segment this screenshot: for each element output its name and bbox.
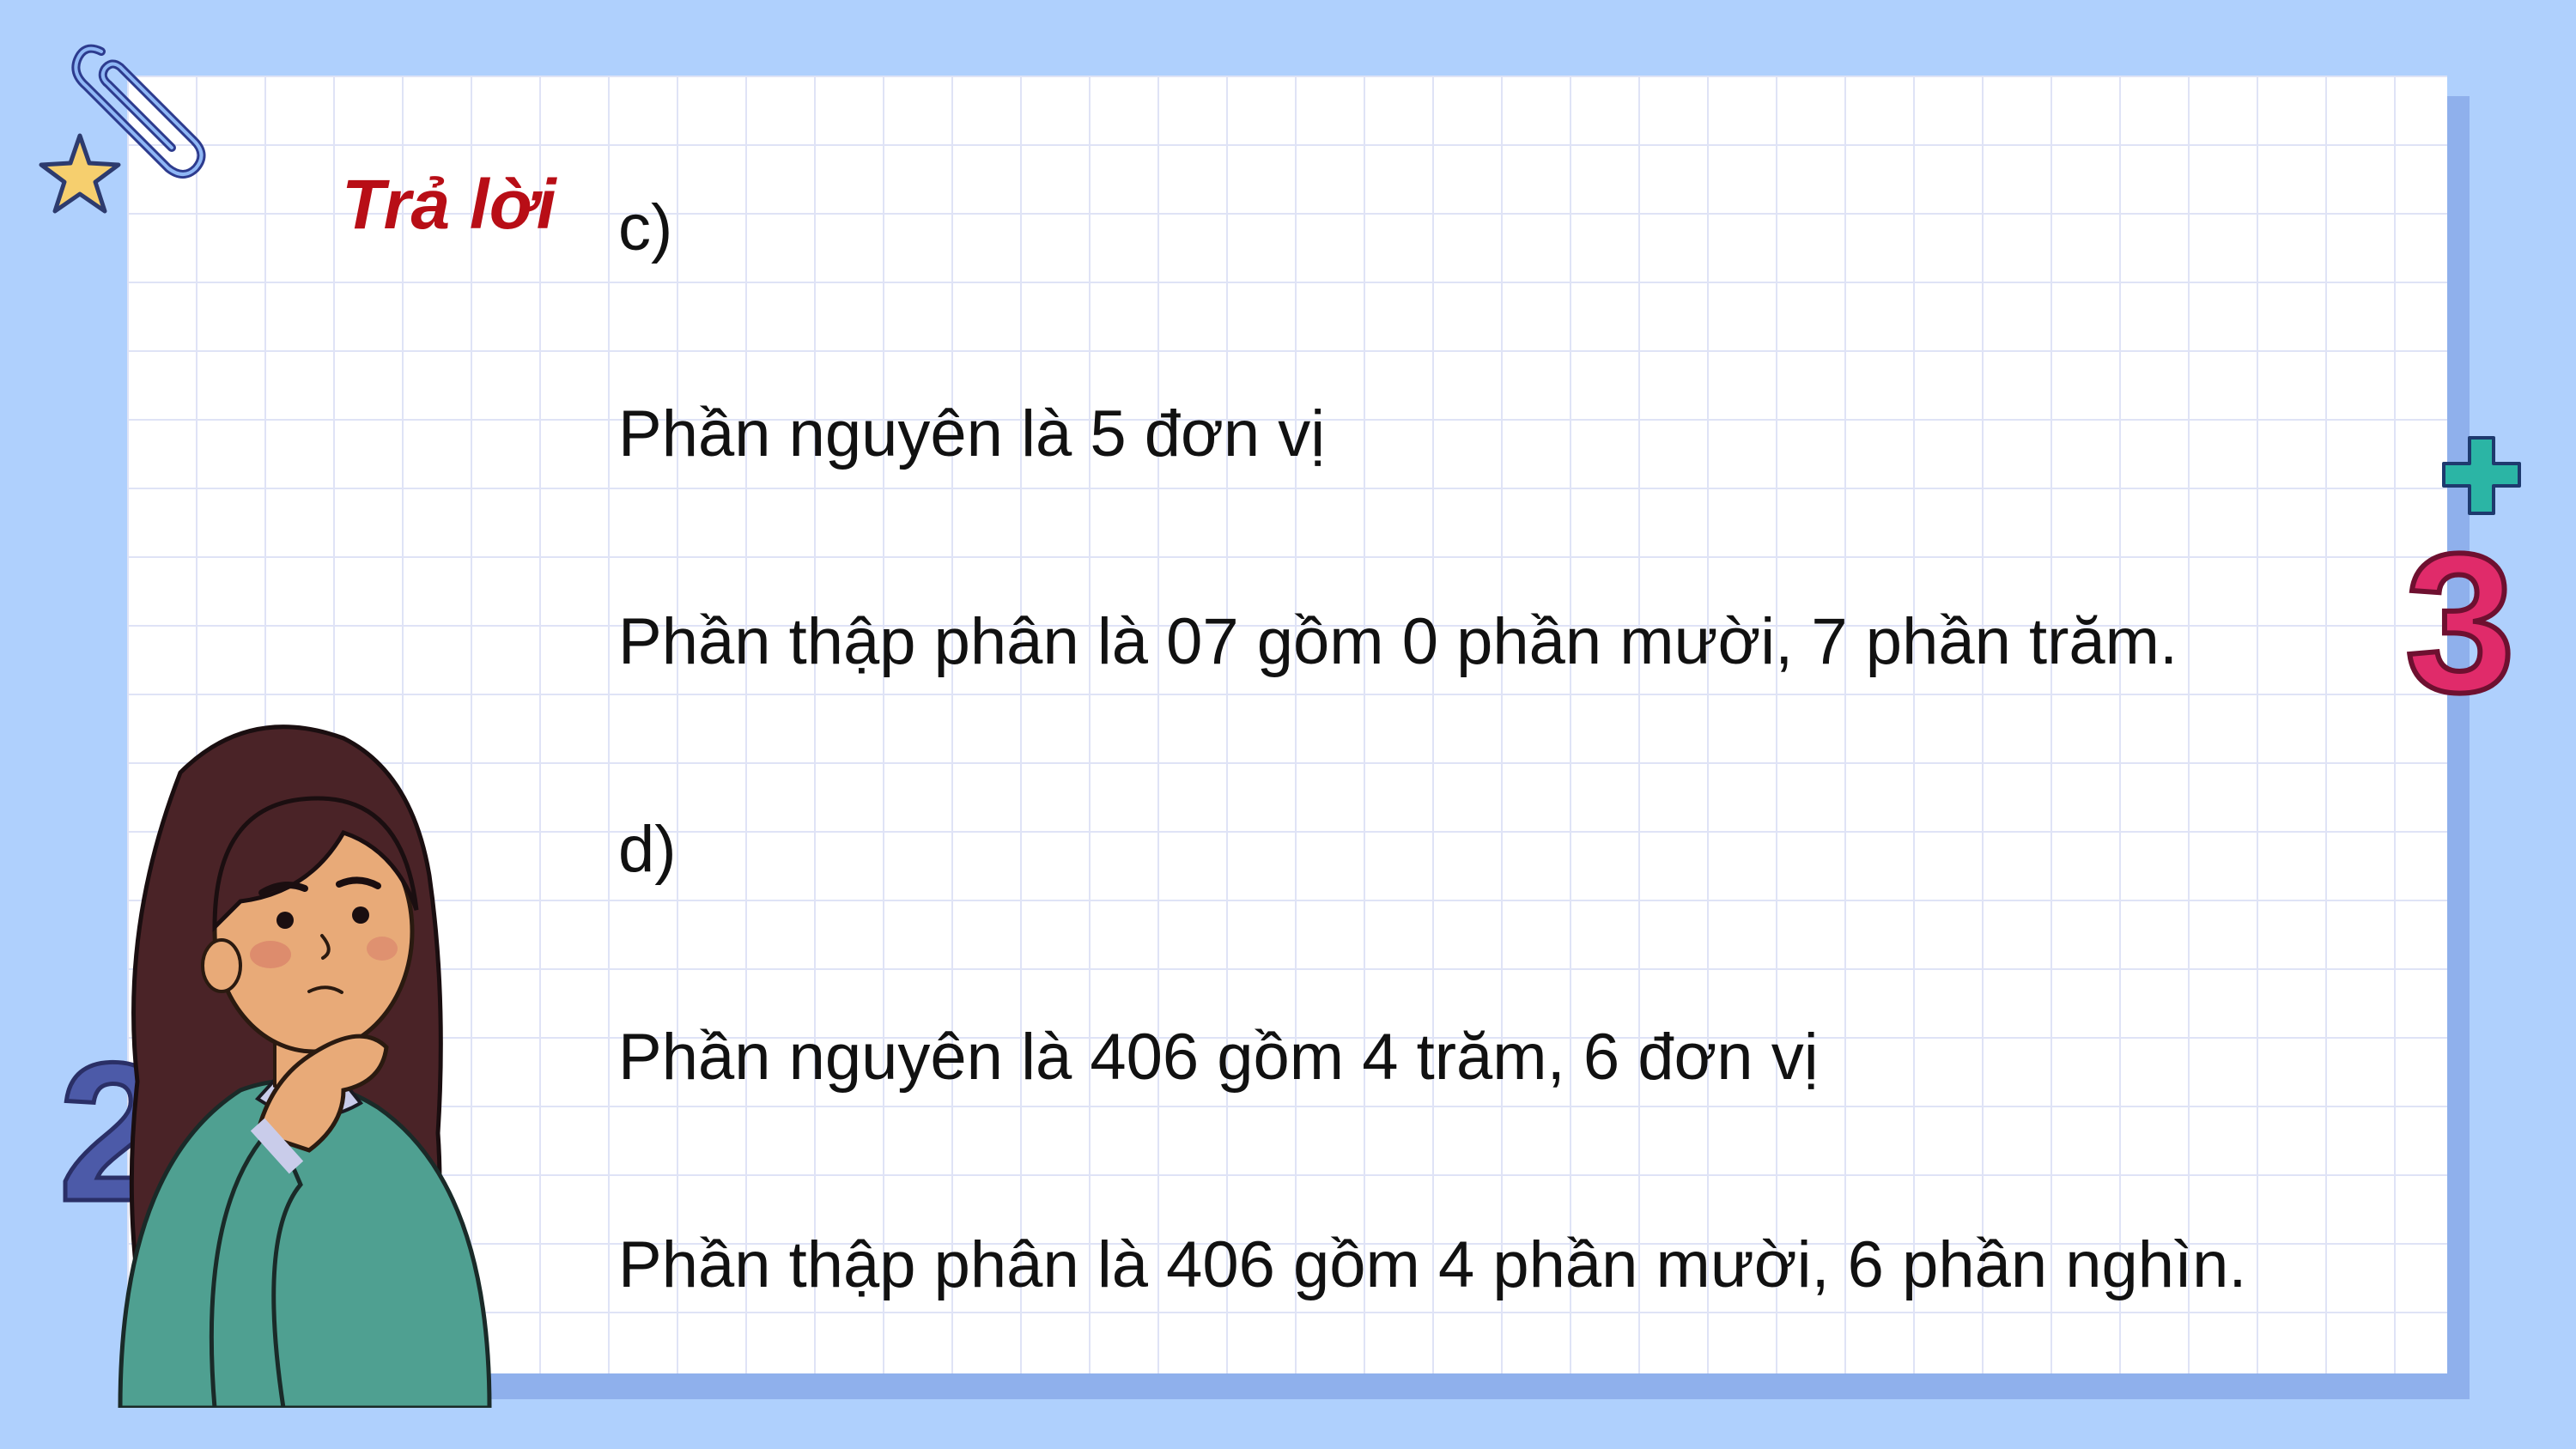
star-icon — [39, 133, 121, 214]
number-three-icon: 3 — [2403, 532, 2518, 712]
answer-line-d-heading: d) — [618, 813, 677, 886]
answer-label: Trả lời — [342, 166, 556, 244]
answer-line-d-decimal-part: Phần thập phân là 406 gồm 4 phần mười, 6… — [618, 1228, 2247, 1301]
answer-line-d-integer-part: Phần nguyên là 406 gồm 4 trăm, 6 đơn vị — [618, 1021, 1819, 1094]
answer-line-c-heading: c) — [618, 191, 673, 264]
number-three-glyph: 3 — [2405, 532, 2515, 712]
thinking-girl-illustration — [118, 724, 492, 1408]
plus-icon — [2442, 436, 2521, 515]
answer-line-c-decimal-part: Phần thập phân là 07 gồm 0 phần mười, 7 … — [618, 605, 2178, 678]
answer-line-c-integer-part: Phần nguyên là 5 đơn vị — [618, 397, 1326, 470]
